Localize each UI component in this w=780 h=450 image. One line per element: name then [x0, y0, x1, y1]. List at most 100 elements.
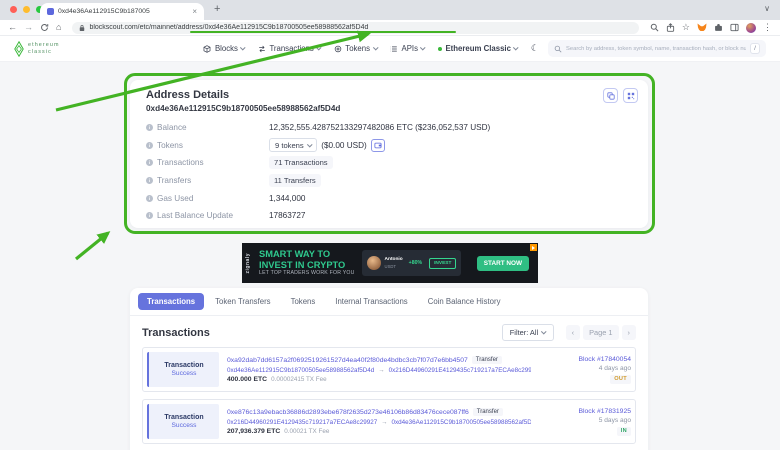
site-logo[interactable]: ethereum classic [14, 41, 60, 57]
balance-row: Balance 12,352,555.428752133297482086 ET… [146, 119, 632, 137]
cube-icon [203, 45, 211, 53]
metamask-extension-button[interactable] [697, 23, 707, 32]
ethereum-classic-logo-icon [14, 41, 24, 57]
reload-button[interactable] [40, 23, 49, 32]
ad-choices-icon[interactable] [530, 244, 537, 251]
search-input[interactable]: Search by address, token symbol, name, t… [548, 40, 766, 57]
nav-apis[interactable]: APIs [390, 44, 425, 53]
prev-page-button[interactable]: ‹ [566, 325, 580, 340]
tx-to-link[interactable]: 0xd4e36Ae112915C9b18700505ee58988562af5D… [392, 419, 531, 426]
back-button[interactable]: ← [8, 23, 17, 32]
lock-icon [79, 24, 85, 32]
ad-banner[interactable]: zignaly SMART WAY TO INVEST IN CRYPTO LE… [242, 243, 538, 283]
tab-internal-transactions[interactable]: Internal Transactions [326, 293, 416, 310]
tab-coin-balance-history[interactable]: Coin Balance History [419, 293, 510, 310]
info-icon [146, 142, 153, 149]
direction-badge-in: IN [617, 427, 631, 436]
browser-tab[interactable]: 0xd4e36Ae112915C9b187005 × [40, 3, 204, 20]
next-page-button[interactable]: › [622, 325, 636, 340]
share-button[interactable] [666, 23, 675, 32]
ad-trader-card: Antonio USDT +80% INVEST [362, 250, 462, 276]
address-details-title: Address Details [146, 89, 632, 101]
qr-code-icon [627, 92, 635, 100]
window-minimize-button[interactable] [23, 6, 30, 13]
ad-invest-button[interactable]: INVEST [429, 258, 456, 269]
transaction-type-tile: Transaction Success [147, 352, 219, 387]
filter-dropdown[interactable]: Filter: All [502, 324, 554, 341]
ad-cta-button[interactable]: START NOW [477, 256, 529, 271]
tab-search-chevron-icon[interactable]: ∨ [764, 4, 770, 13]
gas-used-label: Gas Used [157, 194, 193, 203]
last-balance-update-row: Last Balance Update 17863727 [146, 207, 632, 225]
transaction-row[interactable]: Transaction Success 0xa92dab7dd6157a2f06… [142, 347, 636, 392]
qr-code-button[interactable] [623, 88, 638, 103]
transaction-row[interactable]: Transaction Success 0xe876c13a9ebacb3688… [142, 399, 636, 444]
tokens-label: Tokens [157, 141, 183, 150]
tx-type-badge: Transfer [472, 356, 502, 364]
tab-close-icon[interactable]: × [192, 8, 197, 16]
puzzle-icon [714, 23, 723, 32]
metamask-fox-icon [697, 23, 707, 32]
tab-transactions[interactable]: Transactions [138, 293, 204, 310]
network-selector[interactable]: Ethereum Classic [438, 44, 518, 53]
search-shortcut-badge: / [750, 43, 760, 54]
annotation-url-underline [190, 31, 456, 34]
reload-icon [40, 23, 49, 32]
transactions-count-badge[interactable]: 71 Transactions [269, 156, 333, 169]
browser-menu-button[interactable]: ⋮ [763, 23, 772, 32]
search-icon [554, 45, 562, 53]
tx-fee: 0.00021 TX Fee [284, 428, 329, 435]
nav-tokens-label: Tokens [345, 44, 370, 53]
tx-from-link[interactable]: 0x216D44960291E4129435c719217a7ECAe8c299… [227, 419, 377, 426]
forward-button[interactable]: → [24, 23, 33, 32]
tab-token-transfers[interactable]: Token Transfers [206, 293, 279, 310]
block-link[interactable]: Block #17840054 [578, 356, 631, 363]
home-button[interactable]: ⌂ [56, 23, 61, 32]
page-indicator[interactable]: Page 1 [583, 325, 618, 340]
tx-hash-link[interactable]: 0xe876c13a9ebacb36886d2893ebe678f2635d27… [227, 409, 469, 416]
dark-mode-toggle[interactable]: ☾ [531, 43, 539, 54]
chevron-down-icon [307, 142, 312, 147]
new-tab-button[interactable]: + [214, 3, 220, 15]
tokens-dropdown[interactable]: 9 tokens [269, 138, 317, 152]
nav-transactions[interactable]: Transactions [258, 44, 321, 53]
nav-tokens[interactable]: Tokens [334, 44, 377, 53]
transaction-type-tile: Transaction Success [147, 404, 219, 439]
copy-address-button[interactable] [603, 88, 618, 103]
side-panel-button[interactable] [730, 23, 739, 32]
browser-toolbar: ← → ⌂ blockscout.com/etc/mainnet/address… [0, 20, 780, 36]
side-search-button[interactable] [650, 23, 659, 32]
site-header: ethereum classic Blocks Transactions Tok… [0, 36, 780, 62]
transactions-card: Transactions Token Transfers Tokens Inte… [130, 288, 648, 450]
tab-title: 0xd4e36Ae112915C9b187005 [58, 8, 188, 15]
ad-brand: zignaly [245, 253, 251, 273]
chevron-down-icon [373, 45, 378, 50]
nav-blocks[interactable]: Blocks [203, 44, 244, 53]
tx-hash-link[interactable]: 0xa92dab7dd6157a2f0692519261527d4ea40f2f… [227, 357, 468, 364]
tab-favicon-icon [47, 8, 54, 15]
network-status-dot [438, 47, 442, 51]
annotation-arrow-to-card [76, 233, 108, 259]
transactions-label: Transactions [157, 158, 204, 167]
chevron-down-icon [514, 45, 519, 50]
wallet-button[interactable] [371, 139, 385, 152]
tokens-row: Tokens 9 tokens ($0.00 USD) [146, 137, 632, 155]
extensions-button[interactable] [714, 23, 723, 32]
address-card-actions [603, 88, 638, 103]
tx-from-link[interactable]: 0xd4e36Ae112915C9b18700505ee58988562af5D… [227, 367, 374, 374]
trader-avatar [367, 256, 381, 270]
chevron-down-icon [541, 329, 546, 334]
tab-tokens[interactable]: Tokens [282, 293, 325, 310]
info-icon [146, 159, 153, 166]
tx-amount: 207,936.379 ETC [227, 428, 280, 435]
bookmark-button[interactable]: ☆ [682, 23, 690, 32]
tx-to-link[interactable]: 0x216D44960291E4129435c719217a7ECAe8c299… [389, 367, 531, 374]
block-link[interactable]: Block #17831925 [578, 408, 631, 415]
chevron-down-icon [241, 45, 246, 50]
network-selector-label: Ethereum Classic [445, 44, 510, 53]
transactions-row: Transactions 71 Transactions [146, 154, 632, 172]
transfers-count-badge[interactable]: 11 Transfers [269, 174, 321, 187]
browser-profile-avatar[interactable] [746, 23, 756, 33]
url-text: blockscout.com/etc/mainnet/address/0xd4e… [89, 24, 368, 31]
window-close-button[interactable] [10, 6, 17, 13]
